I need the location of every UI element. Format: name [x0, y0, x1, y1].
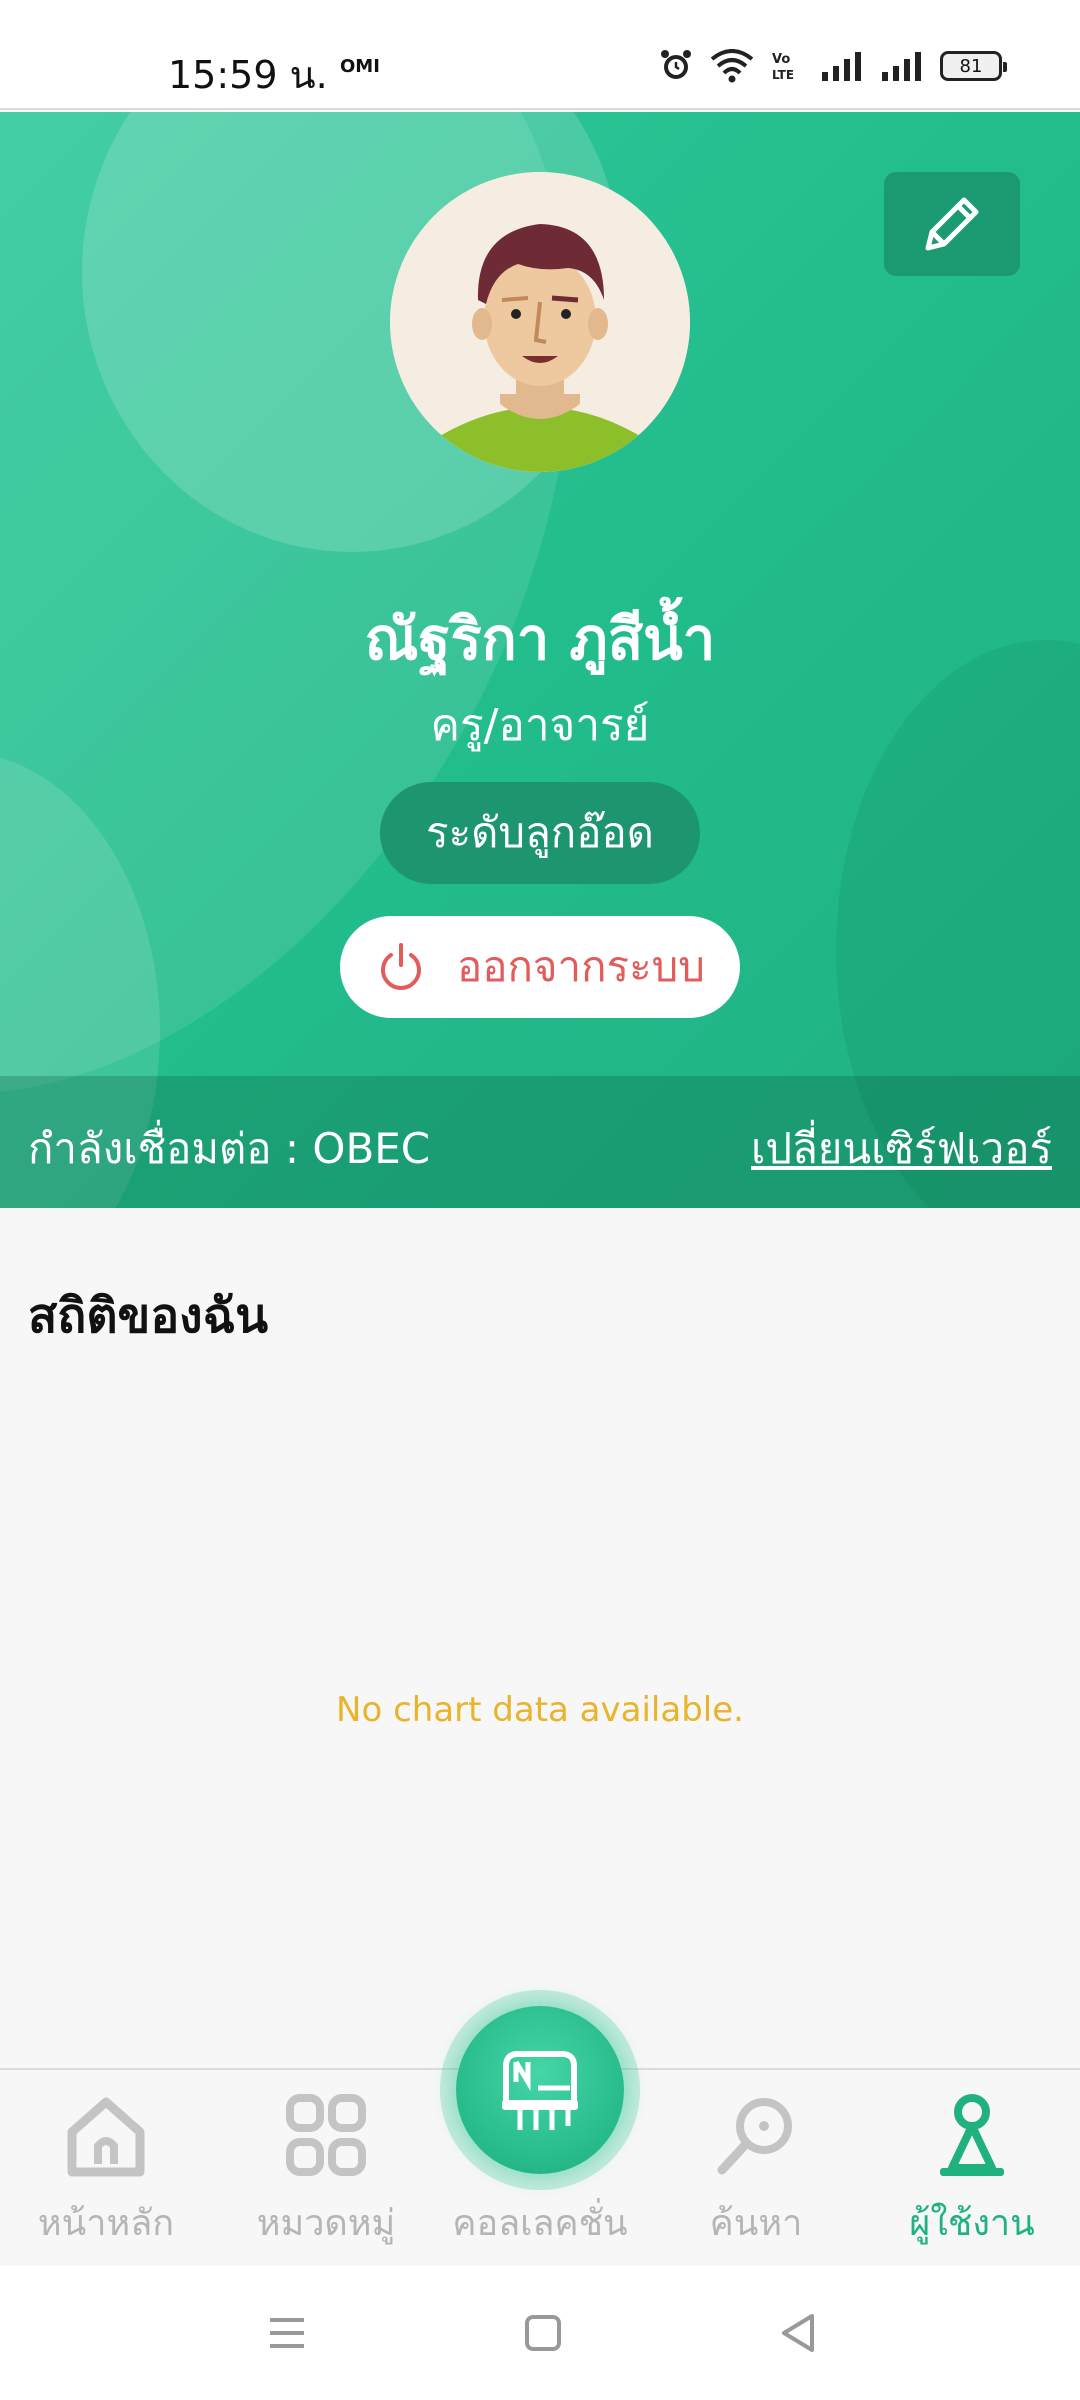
nav-label-category: หมวดหมู่	[256, 2203, 396, 2244]
no-chart-data-message: No chart data available.	[336, 1690, 744, 1730]
home-button-icon[interactable]	[518, 2308, 568, 2358]
edit-profile-button[interactable]	[884, 172, 1020, 276]
nav-label-collection: คอลเลคชั่น	[452, 2203, 628, 2244]
collection-button[interactable]	[456, 2006, 624, 2174]
category-icon	[286, 2094, 366, 2176]
back-icon[interactable]	[774, 2308, 824, 2358]
stats-title: สถิติของฉัน	[28, 1288, 269, 1344]
avatar-illustration	[390, 172, 690, 472]
server-bar: กำลังเชื่อมต่อ : OBEC เปลี่ยนเซิร์ฟเวอร์	[0, 1076, 1080, 1208]
change-server-link[interactable]: เปลี่ยนเซิร์ฟเวอร์	[751, 1116, 1052, 1182]
profile-header: ณัฐริกา ภูสีน้ำ ครู/อาจารย์ ระดับลูกอ๊อด…	[0, 112, 1080, 1208]
user-name: ณัฐริกา ภูสีน้ำ	[364, 605, 716, 673]
nav-label-home: หน้าหลัก	[37, 2203, 175, 2244]
volte-icon: Vo LTE	[772, 52, 794, 82]
nav-item-search[interactable]: ค้นหา	[656, 2088, 856, 2258]
profile-screen: 15:59 น. OMI Vo LTE 81 ณัฐริกา ภูสีน้ำ ค…	[0, 0, 1080, 2400]
svg-text:LTE: LTE	[772, 68, 794, 82]
menu-icon[interactable]	[262, 2308, 312, 2358]
battery-level: 81	[959, 55, 983, 77]
search-icon	[717, 2098, 792, 2175]
logout-button[interactable]: ออกจากระบบ	[340, 916, 740, 1018]
system-nav-bar	[0, 2266, 1080, 2400]
user-role: ครู/อาจารย์	[430, 700, 650, 751]
nav-item-user[interactable]: ผู้ใช้งาน	[872, 2088, 1072, 2258]
nav-label-search: ค้นหา	[709, 2203, 803, 2244]
signal-icon-1	[822, 52, 861, 81]
nav-label-user: ผู้ใช้งาน	[909, 2203, 1035, 2244]
nav-item-category[interactable]: หมวดหมู่	[226, 2088, 426, 2258]
server-connection-label: กำลังเชื่อมต่อ : OBEC	[28, 1124, 431, 1173]
signal-icon-2	[882, 52, 921, 81]
level-badge: ระดับลูกอ๊อด	[380, 782, 700, 884]
logout-label: ออกจากระบบ	[457, 942, 705, 991]
status-time: 15:59 น.	[168, 53, 328, 97]
status-bar: 15:59 น. OMI Vo LTE 81	[0, 0, 1080, 110]
battery-icon: 81	[940, 51, 1007, 81]
power-icon	[381, 943, 422, 990]
pencil-icon	[925, 197, 979, 251]
status-carrier-tag: OMI	[340, 56, 380, 77]
alarm-icon	[661, 50, 691, 79]
user-icon	[940, 2094, 1004, 2176]
collection-icon	[502, 2051, 578, 2130]
nav-item-home[interactable]: หน้าหลัก	[6, 2088, 206, 2258]
status-icons: Vo LTE 81	[658, 48, 1007, 84]
avatar[interactable]	[390, 172, 690, 472]
home-icon	[67, 2097, 145, 2177]
svg-text:Vo: Vo	[772, 52, 790, 67]
wifi-icon	[710, 49, 754, 83]
